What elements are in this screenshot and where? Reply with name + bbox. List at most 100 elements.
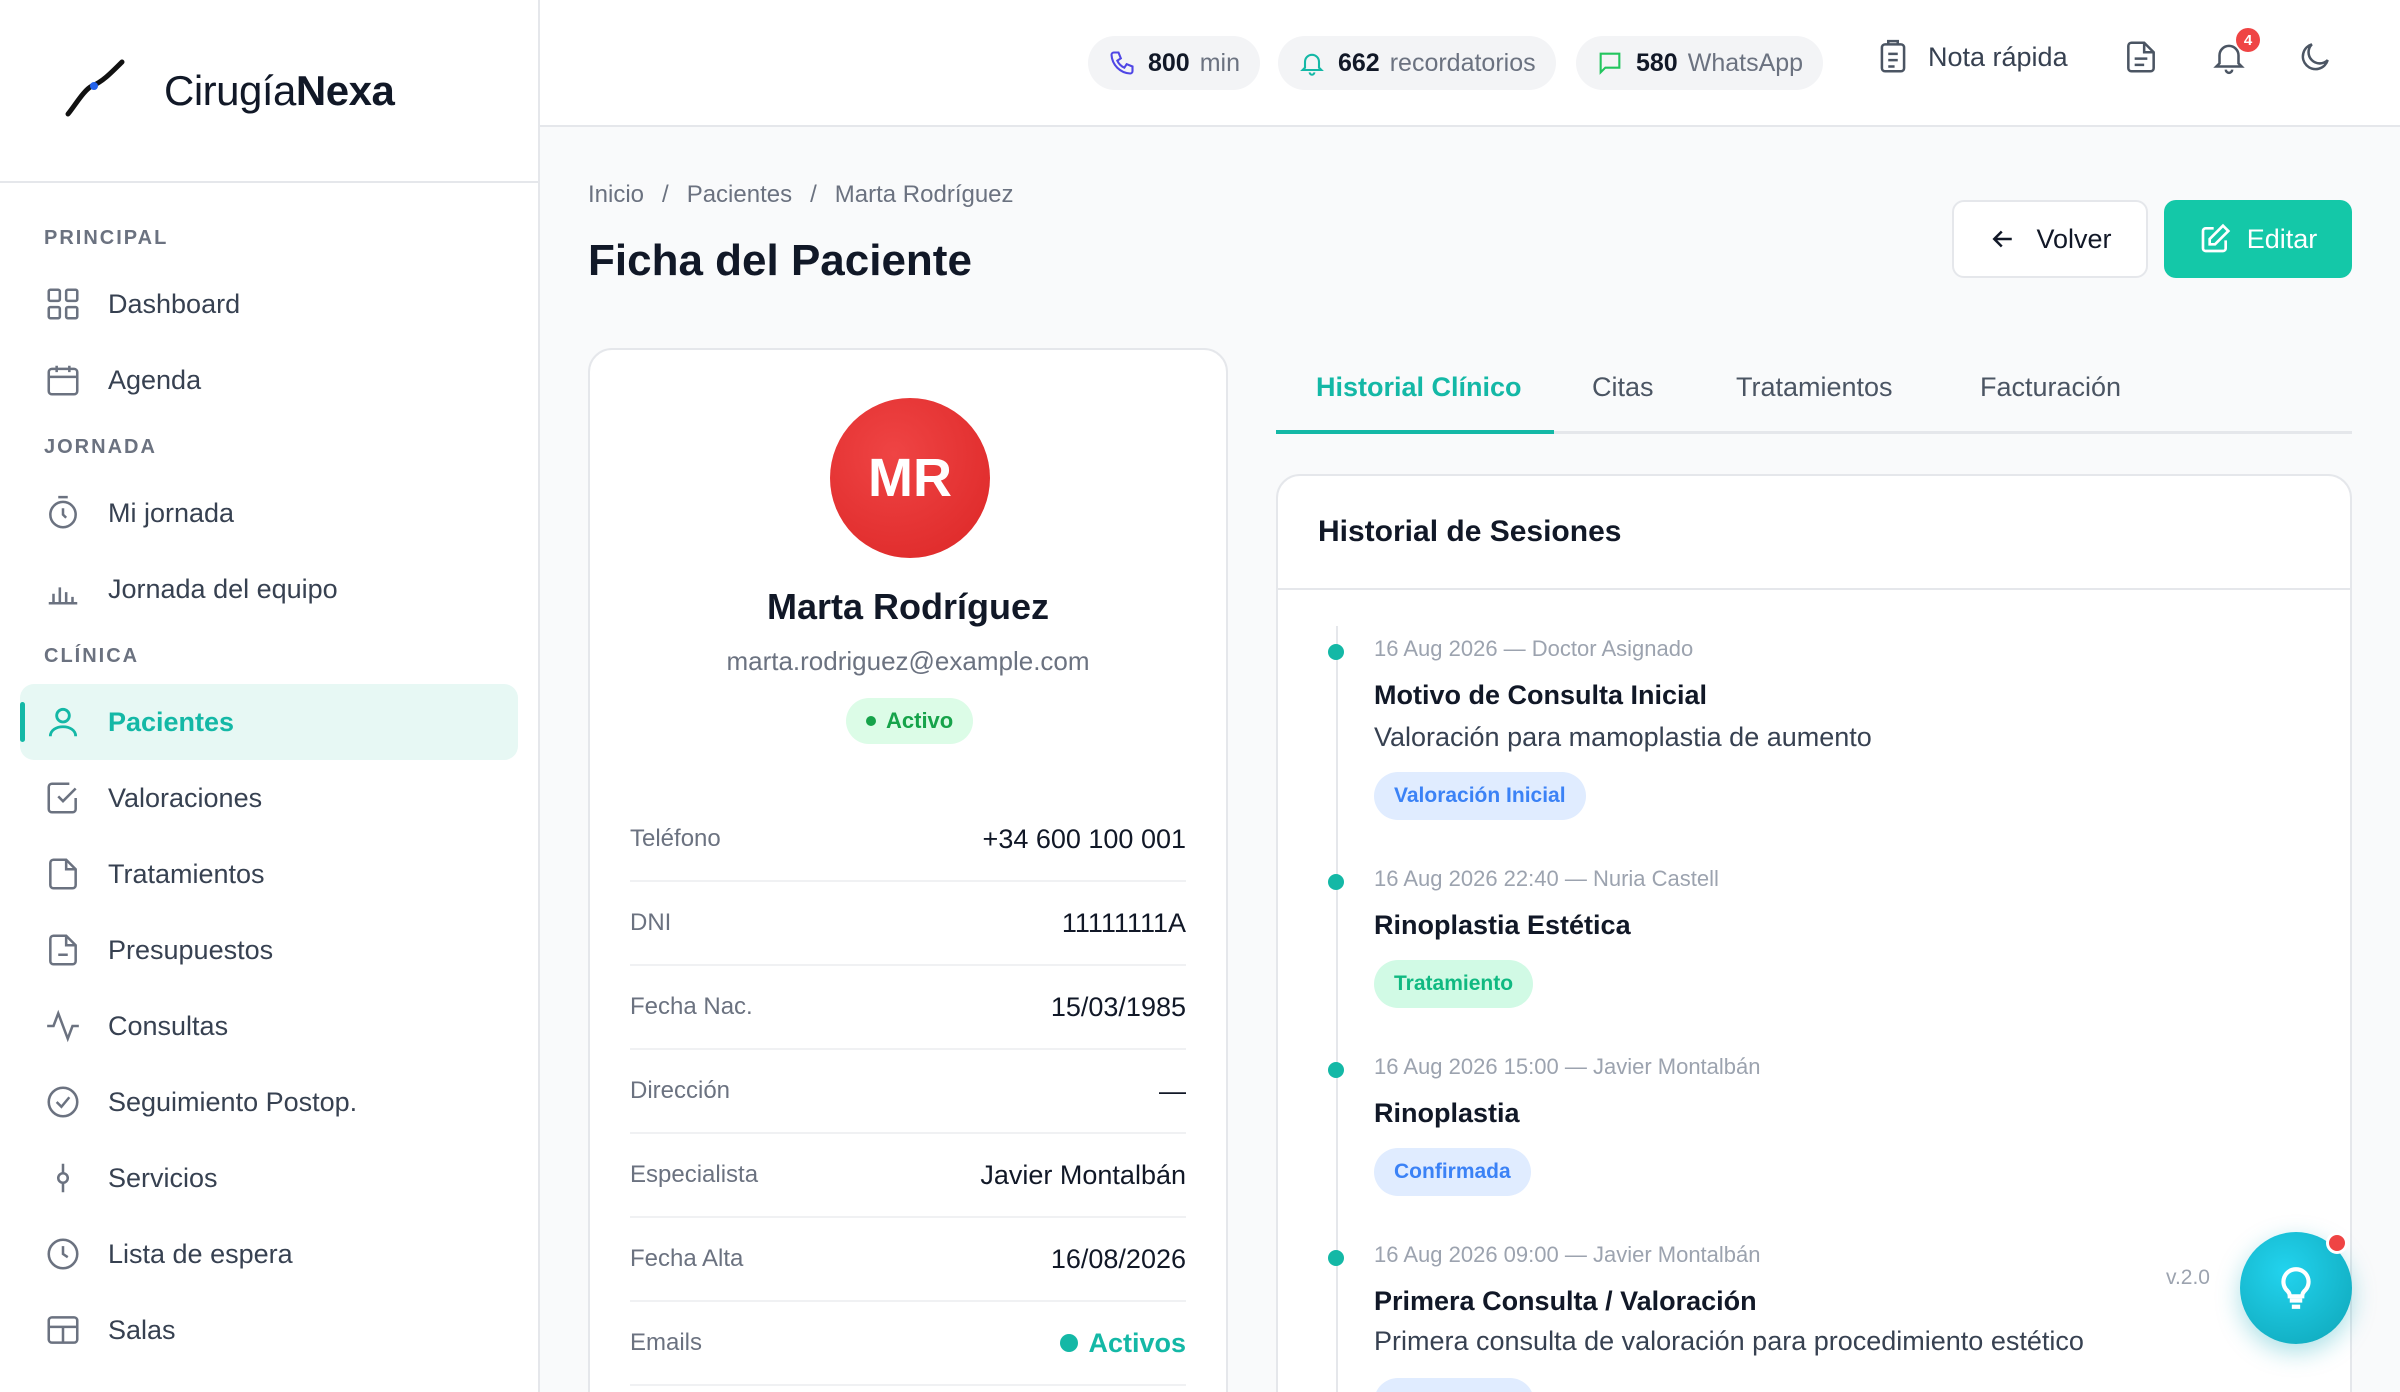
sidebar-item-salas[interactable]: Salas bbox=[20, 1292, 518, 1368]
tab-historial-clinico[interactable]: Historial Clínico bbox=[1316, 372, 1522, 403]
status-dot bbox=[866, 716, 876, 726]
field-value: 11111111A bbox=[1061, 907, 1186, 938]
entry-tag: Tratamiento bbox=[1374, 960, 1534, 1008]
sidebar-item-dashboard[interactable]: Dashboard bbox=[20, 266, 518, 342]
status-dot bbox=[1060, 1334, 1079, 1352]
sidebar-item-pacientes[interactable]: Pacientes bbox=[20, 684, 518, 760]
entry-meta: 16 Aug 2026 09:00 — Javier Montalbán bbox=[1374, 1242, 1761, 1267]
whatsapp-counter[interactable]: 580 WhatsApp bbox=[1576, 36, 1824, 90]
quick-note-label: Nota rápida bbox=[1928, 41, 2068, 72]
status-badge: Activo bbox=[846, 698, 974, 744]
sidebar-item-label: Pacientes bbox=[108, 706, 235, 737]
sidebar-item-label: Valoraciones bbox=[108, 782, 263, 813]
entry-title: Primera Consulta / Valoración bbox=[1374, 1286, 1757, 1316]
sidebar-item-lista-espera[interactable]: Lista de espera bbox=[20, 1216, 518, 1292]
sidebar-item-tratamientos[interactable]: Tratamientos bbox=[20, 836, 518, 912]
reminders-counter[interactable]: 662 recordatorios bbox=[1278, 36, 1556, 90]
breadcrumb-separator: / bbox=[810, 181, 817, 208]
back-button-label: Volver bbox=[2036, 223, 2112, 254]
field-label: Teléfono bbox=[630, 825, 721, 852]
sidebar-item-valoraciones[interactable]: Valoraciones bbox=[20, 760, 518, 836]
sidebar-item-presupuestos[interactable]: Presupuestos bbox=[20, 912, 518, 988]
tab-facturacion[interactable]: Facturación bbox=[1980, 372, 2121, 403]
counter-value: 662 bbox=[1338, 48, 1380, 77]
page-title: Ficha del Paciente bbox=[588, 236, 972, 285]
counter-unit: min bbox=[1199, 48, 1241, 77]
grid-icon bbox=[47, 288, 79, 320]
field-row-especialista: Especialista Javier Montalbán bbox=[630, 1134, 1186, 1218]
message-icon bbox=[1599, 52, 1621, 75]
logo-icon bbox=[65, 59, 125, 116]
nav-section-title: PRINCIPAL bbox=[44, 227, 169, 249]
tab-citas[interactable]: Citas bbox=[1592, 372, 1654, 403]
sidebar-item-seguimiento[interactable]: Seguimiento Postop. bbox=[20, 1064, 518, 1140]
lightbulb-icon bbox=[2281, 1267, 2311, 1309]
tab-tratamientos[interactable]: Tratamientos bbox=[1736, 372, 1893, 403]
app-version: v.2.0 bbox=[2166, 1266, 2210, 1289]
entry-tag: Valoración Inicial bbox=[1374, 772, 1586, 820]
notifications-button[interactable]: 4 bbox=[2210, 28, 2260, 76]
patient-email[interactable]: marta.rodriguez@example.com bbox=[590, 646, 1226, 677]
edit-icon bbox=[2201, 223, 2230, 253]
arrow-left-icon bbox=[1992, 230, 2013, 248]
brand-name: CirugíaNexa bbox=[164, 66, 395, 114]
entry-description: Valoración para mamoplastia de aumento bbox=[1374, 722, 1872, 752]
sidebar-item-label: Seguimiento Postop. bbox=[108, 1086, 358, 1117]
field-value: +34 600 100 001 bbox=[982, 823, 1186, 854]
breadcrumb-link-inicio[interactable]: Inicio bbox=[588, 181, 644, 209]
check-square-icon bbox=[47, 782, 77, 814]
sidebar-item-label: Agenda bbox=[108, 364, 202, 395]
patient-card: MR Marta Rodríguez marta.rodriguez@examp… bbox=[588, 348, 1228, 1392]
clock-icon bbox=[47, 1238, 79, 1270]
quick-note-button[interactable]: Nota rápida bbox=[1874, 38, 2068, 76]
ideas-fab-button[interactable] bbox=[2240, 1232, 2352, 1344]
clipboard-icon bbox=[1880, 39, 1906, 73]
patient-tabs: Historial Clínico Citas Tratamientos Fac… bbox=[1276, 352, 2352, 434]
file-text-icon bbox=[49, 934, 77, 966]
counter-value: 580 bbox=[1636, 48, 1678, 77]
field-label: DNI bbox=[630, 909, 672, 936]
sidebar-item-consultas[interactable]: Consultas bbox=[20, 988, 518, 1064]
breadcrumb-link-pacientes[interactable]: Pacientes bbox=[687, 181, 792, 209]
entry-meta: 16 Aug 2026 15:00 — Javier Montalbán bbox=[1374, 1054, 1761, 1079]
entry-title: Rinoplastia Estética bbox=[1374, 910, 1631, 940]
field-row-fecha-alta: Fecha Alta 16/08/2026 bbox=[630, 1218, 1186, 1302]
sidebar-item-agenda[interactable]: Agenda bbox=[20, 342, 518, 418]
sidebar-item-mi-jornada[interactable]: Mi jornada bbox=[20, 475, 518, 551]
patient-name: Marta Rodríguez bbox=[766, 586, 1050, 627]
timeline-line bbox=[1336, 626, 1338, 1392]
theme-toggle-button[interactable] bbox=[2296, 38, 2334, 76]
documents-button[interactable] bbox=[2122, 38, 2160, 76]
bell-icon bbox=[1300, 53, 1324, 76]
calendar-icon bbox=[47, 365, 79, 396]
sidebar-item-label: Consultas bbox=[108, 1010, 229, 1041]
emails-status: Activos bbox=[1060, 1328, 1186, 1359]
brand-logo[interactable]: CirugíaNexa bbox=[0, 0, 538, 183]
timeline-dot bbox=[1328, 874, 1344, 890]
calls-minutes-counter[interactable]: 800 min bbox=[1088, 36, 1261, 90]
document-icon bbox=[2127, 41, 2155, 73]
sidebar-item-jornada-equipo[interactable]: Jornada del equipo bbox=[20, 551, 518, 627]
sidebar-item-label: Salas bbox=[108, 1314, 176, 1345]
counter-unit: recordatorios bbox=[1389, 48, 1536, 77]
sidebar-item-servicios[interactable]: Servicios bbox=[20, 1140, 518, 1216]
field-row-telefono: Teléfono +34 600 100 001 bbox=[630, 798, 1186, 882]
entry-title: Motivo de Consulta Inicial bbox=[1374, 680, 1708, 710]
edit-button[interactable]: Editar bbox=[2164, 200, 2352, 278]
top-header: 800 min 662 recordatorios 580 WhatsApp N… bbox=[540, 0, 2400, 127]
notification-badge: 4 bbox=[2236, 28, 2260, 52]
field-value: — bbox=[1159, 1075, 1186, 1106]
entry-title: Rinoplastia bbox=[1374, 1098, 1520, 1128]
field-row-fecha-nac: Fecha Nac. 15/03/1985 bbox=[630, 966, 1186, 1050]
user-icon bbox=[48, 707, 78, 737]
field-value: 15/03/1985 bbox=[1050, 991, 1186, 1022]
back-button[interactable]: Volver bbox=[1952, 200, 2148, 278]
sidebar-item-label: Lista de espera bbox=[108, 1238, 293, 1269]
sidebar-item-label: Dashboard bbox=[108, 288, 241, 319]
moon-icon bbox=[2301, 43, 2329, 71]
field-label: Fecha Alta bbox=[630, 1245, 744, 1272]
breadcrumb-current: Marta Rodríguez bbox=[834, 181, 1014, 208]
tab-active-indicator bbox=[1276, 430, 1554, 434]
field-label: Emails bbox=[630, 1329, 703, 1356]
check-circle-icon bbox=[47, 1086, 79, 1118]
